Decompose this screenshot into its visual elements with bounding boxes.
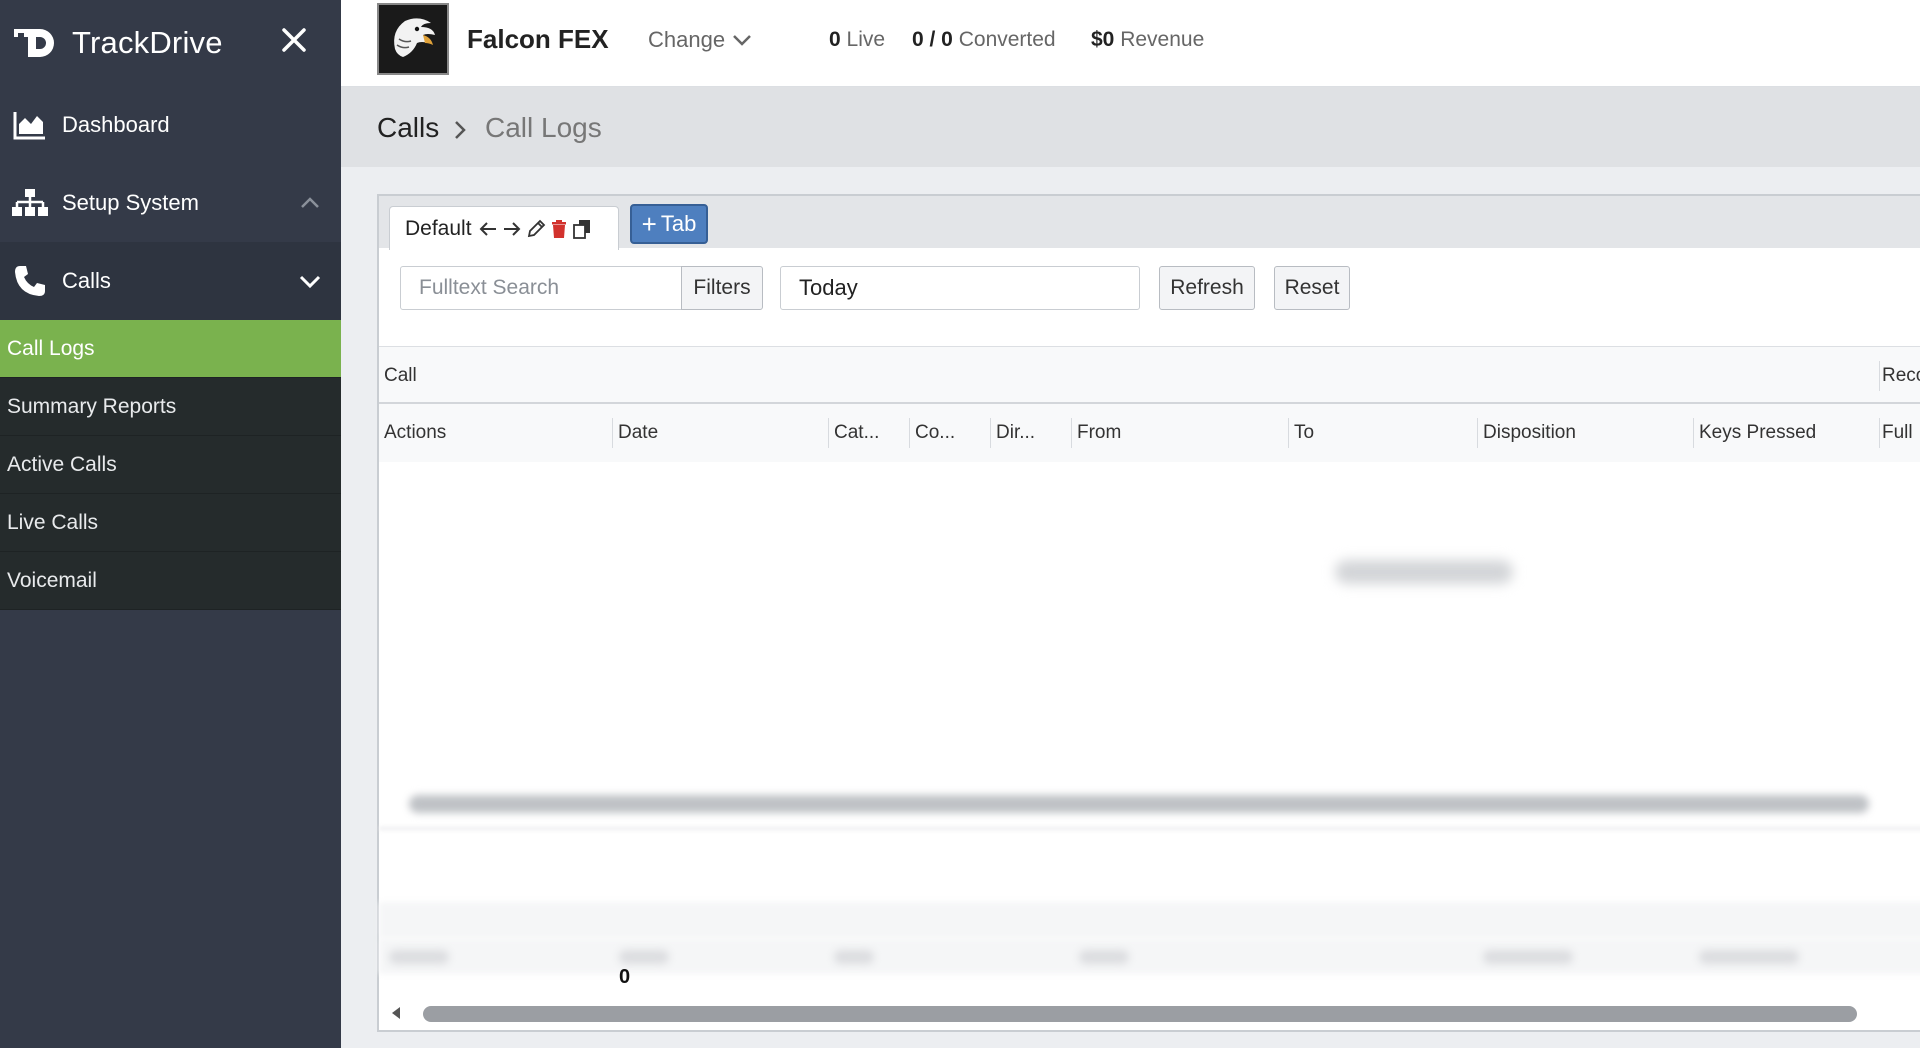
group-header-call: Call xyxy=(384,365,417,386)
column-divider[interactable] xyxy=(828,418,829,448)
filters-button[interactable]: Filters xyxy=(681,266,763,310)
ghost-label xyxy=(619,950,669,964)
ghost-label xyxy=(1483,950,1573,964)
eagle-logo-icon xyxy=(377,3,449,75)
breadcrumb: Calls Call Logs xyxy=(341,87,1920,167)
call-logs-panel: Default + Tab Filters Today Refresh Rese… xyxy=(377,194,1920,1032)
scrollbar-thumb[interactable] xyxy=(423,1006,1857,1022)
tab-label: Default xyxy=(405,216,472,240)
brand-name: TrackDrive xyxy=(72,25,223,60)
trash-icon[interactable] xyxy=(550,219,568,239)
plus-icon: + xyxy=(641,209,657,239)
sidebar-item-live-calls[interactable]: Live Calls xyxy=(0,494,341,552)
breadcrumb-calls[interactable]: Calls xyxy=(377,112,439,144)
copy-icon[interactable] xyxy=(572,219,592,239)
column-divider xyxy=(1879,361,1880,391)
column-disposition[interactable]: Disposition xyxy=(1483,422,1576,444)
close-icon[interactable] xyxy=(276,22,312,58)
trackdrive-logo-icon xyxy=(10,23,62,63)
brand[interactable]: TrackDrive xyxy=(0,0,341,86)
column-actions[interactable]: Actions xyxy=(384,422,446,444)
grid-body xyxy=(379,462,1920,1022)
column-divider[interactable] xyxy=(1693,418,1694,448)
ghost-label xyxy=(1079,950,1129,964)
loading-placeholder xyxy=(1335,560,1513,584)
sidebar: TrackDrive Dashboard Setup System Calls … xyxy=(0,0,341,1048)
grid-column-header: Actions Date Cat... Co... Dir... From To… xyxy=(379,404,1920,462)
reset-button[interactable]: Reset xyxy=(1274,266,1350,310)
column-company[interactable]: Co... xyxy=(915,422,955,444)
revenue-stat: $0 Revenue xyxy=(1091,28,1204,52)
group-header-recording: Reco xyxy=(1882,365,1920,386)
live-stat: 0 Live xyxy=(829,28,885,52)
sidebar-item-label: Dashboard xyxy=(62,112,170,137)
sidebar-item-label: Setup System xyxy=(62,190,199,215)
sidebar-item-voicemail[interactable]: Voicemail xyxy=(0,552,341,610)
column-divider[interactable] xyxy=(612,418,613,448)
live-count: 0 xyxy=(829,28,841,51)
column-keys-pressed[interactable]: Keys Pressed xyxy=(1699,422,1816,444)
ghost-label xyxy=(1699,950,1799,964)
revenue-value: $0 xyxy=(1091,28,1115,51)
converted-label: Converted xyxy=(958,28,1056,51)
breadcrumb-call-logs: Call Logs xyxy=(485,112,602,143)
fulltext-search-input[interactable] xyxy=(400,266,688,310)
chevron-up-icon[interactable] xyxy=(297,190,323,216)
ghost-header-row xyxy=(379,902,1920,938)
column-full[interactable]: Full xyxy=(1882,422,1913,444)
column-category[interactable]: Cat... xyxy=(834,422,879,444)
tab-default[interactable]: Default xyxy=(389,206,619,250)
column-divider[interactable] xyxy=(1071,418,1072,448)
column-date[interactable]: Date xyxy=(618,422,658,444)
column-divider[interactable] xyxy=(1288,418,1289,448)
pencil-icon[interactable] xyxy=(526,219,546,239)
sidebar-item-dashboard[interactable]: Dashboard xyxy=(0,86,341,164)
ghost-label xyxy=(834,950,874,964)
column-divider[interactable] xyxy=(990,418,991,448)
change-company-button[interactable]: Change xyxy=(648,27,753,53)
loading-overlay-bar xyxy=(409,795,1869,813)
divider xyxy=(379,827,1920,830)
column-divider[interactable] xyxy=(1477,418,1478,448)
company-name: Falcon FEX xyxy=(467,24,609,54)
converted-stat: 0 / 0 Converted xyxy=(912,28,1056,52)
sitemap-icon xyxy=(10,185,50,221)
chevron-down-icon xyxy=(733,35,751,46)
column-divider[interactable] xyxy=(909,418,910,448)
sidebar-item-summary-reports[interactable]: Summary Reports xyxy=(0,378,341,436)
chevron-down-icon[interactable] xyxy=(297,268,323,294)
add-tab-button[interactable]: + Tab xyxy=(630,204,708,244)
column-to[interactable]: To xyxy=(1294,422,1314,444)
arrow-right-icon[interactable] xyxy=(502,220,522,238)
total-count: 0 xyxy=(619,966,631,988)
column-from[interactable]: From xyxy=(1077,422,1121,444)
refresh-button[interactable]: Refresh xyxy=(1159,266,1255,310)
revenue-label: Revenue xyxy=(1120,28,1205,51)
ghost-label xyxy=(389,950,449,964)
tab-strip: Default + Tab xyxy=(379,196,1920,250)
column-direction[interactable]: Dir... xyxy=(996,422,1035,444)
sidebar-item-call-logs[interactable]: Call Logs xyxy=(0,320,341,378)
chevron-right-icon xyxy=(449,119,471,141)
live-label: Live xyxy=(846,28,886,51)
chart-icon xyxy=(10,107,50,143)
phone-icon xyxy=(10,263,50,299)
add-tab-label: Tab xyxy=(660,211,697,236)
scroll-left-arrow-icon[interactable] xyxy=(389,1006,403,1020)
sidebar-item-setup-system[interactable]: Setup System xyxy=(0,164,341,242)
sidebar-item-calls[interactable]: Calls xyxy=(0,242,341,320)
topbar: Falcon FEX Change 0 Live 0 / 0 Converted… xyxy=(341,0,1920,87)
change-label: Change xyxy=(648,27,726,52)
converted-count: 0 / 0 xyxy=(912,28,953,51)
date-range-field[interactable]: Today xyxy=(780,266,1140,310)
sidebar-item-label: Calls xyxy=(62,268,111,293)
arrow-left-icon[interactable] xyxy=(478,220,498,238)
ghost-header-row xyxy=(379,938,1920,974)
sidebar-item-active-calls[interactable]: Active Calls xyxy=(0,436,341,494)
grid-group-header: Call Reco xyxy=(379,346,1920,404)
horizontal-scrollbar[interactable] xyxy=(389,1004,1920,1022)
column-divider[interactable] xyxy=(1879,418,1880,448)
calls-submenu: Call Logs Summary Reports Active Calls L… xyxy=(0,320,341,610)
